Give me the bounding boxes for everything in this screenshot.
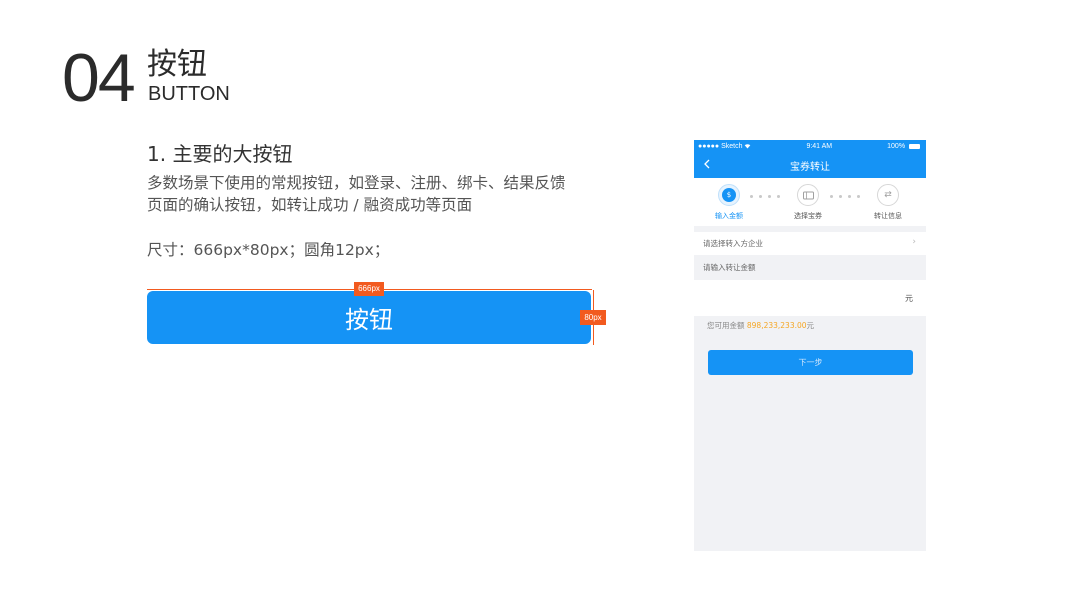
nav-title: 宝券转让 bbox=[790, 162, 830, 173]
step-dot bbox=[777, 195, 780, 198]
ticket-icon bbox=[797, 184, 819, 206]
status-carrier: ●●●●● Sketch bbox=[698, 143, 751, 150]
select-company-row[interactable]: 请选择转入方企业 › bbox=[694, 232, 926, 255]
section-title-en: BUTTON bbox=[148, 83, 230, 105]
status-battery: 100% bbox=[887, 143, 920, 150]
exchange-icon: ⇄ bbox=[877, 184, 899, 206]
description: 多数场景下使用的常规按钮，如登录、注册、绑卡、结果反馈 页面的确认按钮，如转让成… bbox=[147, 172, 607, 216]
battery-icon bbox=[909, 143, 920, 149]
amount-unit: 元 bbox=[905, 294, 913, 303]
step-label-3: 转让信息 bbox=[874, 212, 902, 220]
section-title-zh: 按钮 bbox=[147, 47, 207, 82]
chevron-right-icon: › bbox=[912, 237, 916, 247]
width-tag: 666px bbox=[354, 282, 384, 296]
step-indicator: $ ⇄ 输入金额 选择宝券 转让信息 bbox=[694, 178, 926, 226]
step-dot bbox=[768, 195, 771, 198]
height-tag: 80px bbox=[580, 310, 606, 325]
step-dot bbox=[830, 195, 833, 198]
chevron-left-icon[interactable] bbox=[703, 159, 710, 172]
step-dot bbox=[750, 195, 753, 198]
step-dot bbox=[839, 195, 842, 198]
wifi-icon bbox=[745, 144, 751, 149]
money-bag-icon: $ bbox=[718, 184, 740, 206]
description-line-1: 多数场景下使用的常规按钮，如登录、注册、绑卡、结果反馈 bbox=[147, 174, 566, 192]
available-amount-value: 898,233,233.00 bbox=[746, 321, 807, 330]
amount-label: 请输入转让金额 bbox=[703, 263, 756, 272]
primary-large-button[interactable]: 按钮 bbox=[147, 291, 591, 344]
amount-label-row: 请输入转让金额 bbox=[694, 255, 926, 280]
status-time: 9:41 AM bbox=[806, 143, 833, 150]
step-dot bbox=[857, 195, 860, 198]
phone-mockup: ●●●●● Sketch 9:41 AM 100% 宝券转让 $ ⇄ 输入金额 … bbox=[694, 140, 926, 551]
description-line-2: 页面的确认按钮，如转让成功 / 融资成功等页面 bbox=[147, 196, 473, 214]
available-amount: 您可用金额 898,233,233.00元 bbox=[694, 316, 926, 338]
available-suffix: 元 bbox=[806, 321, 815, 330]
step-label-2: 选择宝券 bbox=[794, 212, 822, 220]
amount-input[interactable]: 元 bbox=[694, 280, 926, 316]
available-prefix: 您可用金额 bbox=[707, 321, 747, 330]
step-label-1: 输入金额 bbox=[715, 212, 743, 220]
section-number: 04 bbox=[62, 40, 136, 116]
carrier-label: ●●●●● Sketch bbox=[698, 143, 743, 150]
battery-label: 100% bbox=[887, 143, 906, 150]
step-dot bbox=[759, 195, 762, 198]
status-bar: ●●●●● Sketch 9:41 AM 100% bbox=[694, 140, 926, 153]
next-step-button[interactable]: 下一步 bbox=[708, 350, 913, 375]
size-note: 尺寸：666px*80px；圆角12px； bbox=[147, 241, 390, 259]
subsection-title: 1. 主要的大按钮 bbox=[147, 142, 293, 166]
step-dot bbox=[848, 195, 851, 198]
select-company-label: 请选择转入方企业 bbox=[703, 239, 763, 248]
nav-bar: 宝券转让 bbox=[694, 153, 926, 178]
